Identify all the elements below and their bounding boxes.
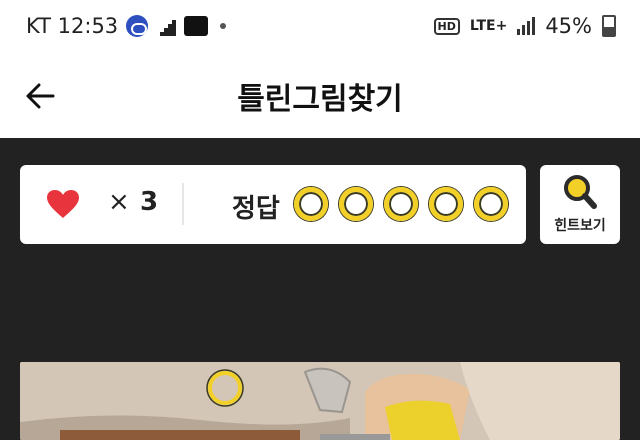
battery-icon bbox=[602, 15, 616, 37]
stairs-notification-icon bbox=[160, 20, 177, 36]
hd-voice-icon: HD bbox=[433, 17, 460, 35]
status-right: HD LTE+ 45% bbox=[433, 14, 616, 38]
title-bar: 틀린그림찾기 bbox=[0, 56, 640, 138]
status-bar: KT 12:53 HD LTE+ 45% bbox=[0, 0, 640, 56]
answer-slot bbox=[339, 187, 373, 221]
lives-count: 3 bbox=[140, 187, 159, 217]
answer-slot bbox=[294, 187, 328, 221]
game-area: × 3 정답 힌트보기 bbox=[0, 138, 640, 440]
signal-icon bbox=[517, 17, 536, 35]
magnifier-icon bbox=[564, 175, 597, 209]
puzzle-image[interactable] bbox=[20, 362, 620, 440]
heart-icon bbox=[47, 190, 79, 218]
page-title: 틀린그림찾기 bbox=[237, 82, 403, 117]
answer-slots bbox=[294, 187, 508, 221]
score-card: × 3 정답 bbox=[20, 165, 526, 244]
puzzle-photo bbox=[20, 362, 620, 440]
divider bbox=[182, 183, 184, 225]
status-time: KT 12:53 bbox=[26, 14, 119, 38]
app-notification-icon bbox=[126, 15, 149, 37]
status-left: KT 12:53 bbox=[26, 14, 227, 38]
network-type: LTE+ bbox=[469, 18, 508, 34]
answer-slot bbox=[429, 187, 463, 221]
answer-label: 정답 bbox=[232, 194, 280, 224]
answer-slot bbox=[474, 187, 508, 221]
answer-slot bbox=[384, 187, 418, 221]
app-notification-icon-2 bbox=[184, 16, 209, 36]
hint-label: 힌트보기 bbox=[554, 218, 606, 234]
hint-button[interactable]: 힌트보기 bbox=[540, 165, 620, 244]
battery-level: 45% bbox=[545, 14, 592, 38]
times-symbol: × bbox=[108, 187, 130, 217]
more-notifications-dot bbox=[220, 23, 227, 29]
